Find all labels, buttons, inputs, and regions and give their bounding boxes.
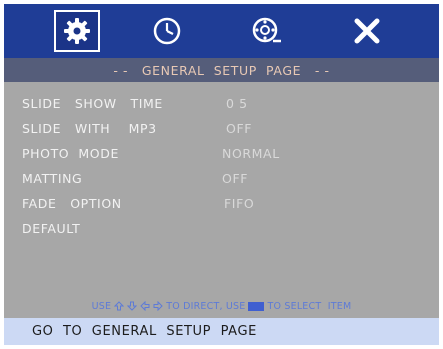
menu-item-matting[interactable]: MATTING OFF [4, 167, 439, 191]
menu-item-label: PHOTO MODE [22, 146, 119, 161]
menu-item-default[interactable]: DEFAULT [4, 217, 439, 241]
menu-item-photo-mode[interactable]: PHOTO MODE NORMAL [4, 142, 439, 166]
icon-bar [4, 4, 439, 58]
arrow-up-icon [114, 301, 125, 311]
menu-item-label: SLIDE WITH MP3 [22, 121, 157, 136]
menu-item-value: OFF [226, 121, 253, 136]
arrow-left-icon [140, 301, 150, 311]
menu-item-value: NORMAL [222, 146, 280, 161]
menu-item-label: MATTING [22, 171, 83, 186]
enter-key-icon [248, 301, 265, 311]
setup-screen: - - GENERAL SETUP PAGE - - SLIDE SHOW TI… [4, 4, 439, 345]
menu-item-fade-option[interactable]: FADE OPTION FIFO [4, 192, 439, 216]
close-icon [354, 18, 380, 44]
gear-icon [64, 18, 90, 44]
status-text: GO TO GENERAL SETUP PAGE [32, 324, 257, 339]
menu-item-value: 0 5 [226, 96, 248, 111]
menu-item-label: FADE OPTION [22, 196, 122, 211]
exit-tab[interactable] [344, 10, 390, 52]
menu-item-label: DEFAULT [22, 221, 81, 236]
page-title-text: - - GENERAL SETUP PAGE - - [113, 62, 330, 78]
photo-settings-icon [252, 17, 281, 43]
general-setup-tab[interactable] [54, 10, 100, 52]
page-title: - - GENERAL SETUP PAGE - - [4, 58, 439, 82]
arrow-down-icon [127, 301, 138, 311]
clock-icon [153, 17, 181, 45]
status-bar: GO TO GENERAL SETUP PAGE [4, 318, 439, 345]
menu-item-label: SLIDE SHOW TIME [22, 96, 163, 111]
menu-item-value: OFF [222, 171, 249, 186]
photo-setup-tab[interactable] [244, 10, 290, 52]
menu-item-value: FIFO [224, 196, 255, 211]
time-setup-tab[interactable] [144, 10, 190, 52]
hint-middle: TO DIRECT, USE [166, 300, 246, 312]
arrow-right-icon [153, 301, 163, 311]
menu-item-slide-with-mp3[interactable]: SLIDE WITH MP3 OFF [4, 117, 439, 141]
hint-prefix: USE [91, 300, 112, 312]
navigation-hint: USE TO DIRECT, USE TO SELECT ITEM [4, 299, 439, 313]
menu-item-slide-show-time[interactable]: SLIDE SHOW TIME 0 5 [4, 92, 439, 116]
hint-suffix: TO SELECT ITEM [267, 300, 352, 312]
